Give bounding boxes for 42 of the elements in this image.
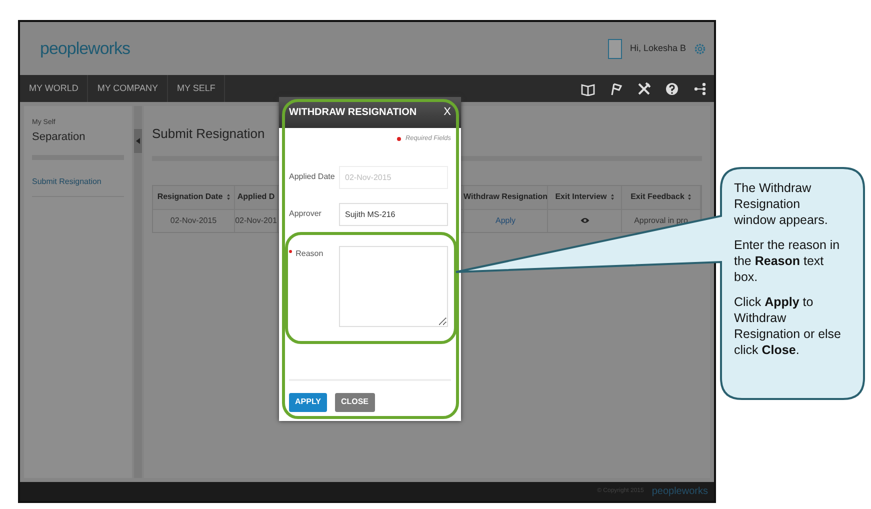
required-mark xyxy=(289,250,292,253)
modal-title: WITHDRAW RESIGNATION xyxy=(289,106,417,120)
field-label: Approver xyxy=(289,208,322,220)
share-icon[interactable] xyxy=(693,82,707,96)
close-button[interactable]: X xyxy=(444,104,451,121)
avatar-icon xyxy=(608,38,622,58)
flag-icon[interactable] xyxy=(609,82,623,96)
nav-link[interactable]: MY SELF xyxy=(168,75,226,102)
footer-logo: peopleworks xyxy=(652,485,708,499)
callout-text: Enter the reason in the Reason text box. xyxy=(734,237,841,285)
close-button[interactable]: CLOSE xyxy=(334,392,374,412)
column-header[interactable]: Exit Interview xyxy=(555,191,607,203)
callout-text: The Withdraw Resignation window appears. xyxy=(734,180,829,228)
column-header[interactable]: Resignation Date xyxy=(157,191,223,203)
book-icon[interactable] xyxy=(581,82,595,96)
field-label: Reason xyxy=(296,248,324,260)
help-icon[interactable] xyxy=(665,82,679,96)
sort-icon[interactable] xyxy=(688,194,692,200)
greeting: Hi, Lokesha B xyxy=(630,42,686,55)
table-cell: 02-Nov-2015 xyxy=(170,214,217,226)
input-field[interactable]: Sujith MS-216 xyxy=(339,202,448,226)
nav-link[interactable]: MY WORLD xyxy=(20,75,88,102)
tools-icon[interactable] xyxy=(637,82,651,96)
callout-text: Click Apply to Withdraw Resignation or else click Close. xyxy=(734,294,842,358)
column-header: Withdraw Resignation xyxy=(464,191,548,203)
eye-icon[interactable] xyxy=(580,217,590,224)
logo: peopleworks xyxy=(40,38,130,60)
reason-field[interactable] xyxy=(339,246,448,327)
sort-icon[interactable] xyxy=(610,194,614,200)
apply-link[interactable]: Apply xyxy=(495,214,516,226)
table-cell: Approval in pro xyxy=(634,214,688,226)
table-cell: 02-Nov-201 xyxy=(235,214,277,226)
sidebar-link[interactable]: Submit Resignation xyxy=(32,172,124,197)
apply-button[interactable]: APPLY xyxy=(289,392,327,412)
collapse-arrow-icon[interactable] xyxy=(136,138,140,144)
required-mark xyxy=(397,136,402,141)
sort-icon[interactable] xyxy=(226,194,230,200)
field-label: Applied Date xyxy=(289,170,336,183)
sidebar-title: Separation xyxy=(32,128,124,160)
nav-link[interactable]: MY COMPANY xyxy=(88,75,168,102)
column-header: Applied D xyxy=(237,191,275,203)
column-header[interactable]: Exit Feedback xyxy=(630,191,684,203)
